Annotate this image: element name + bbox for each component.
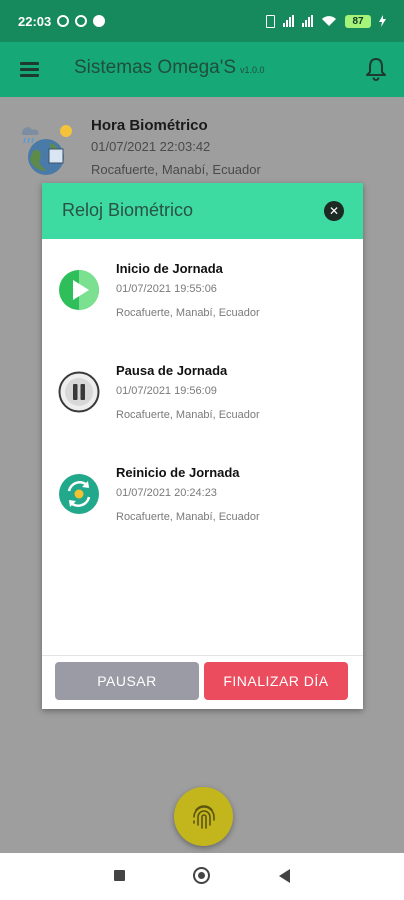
biometric-time-card: Hora Biométrico 01/07/2021 22:03:42 Roca…	[0, 97, 404, 187]
entry-title: Reinicio de Jornada	[116, 465, 240, 480]
dialog-actions: PAUSAR FINALIZAR DÍA	[42, 655, 363, 709]
entry-date: 01/07/2021 19:56:09	[116, 385, 217, 397]
back-icon[interactable]	[279, 869, 290, 883]
vibrate-icon	[266, 14, 275, 28]
pause-icon	[58, 371, 100, 413]
app-icon	[93, 15, 106, 27]
entry-date: 01/07/2021 20:24:23	[116, 487, 217, 499]
play-icon	[59, 270, 99, 310]
pause-button[interactable]: PAUSAR	[55, 662, 199, 700]
wifi-icon	[322, 16, 336, 26]
entry-date: 01/07/2021 19:55:06	[116, 283, 217, 295]
home-icon[interactable]	[193, 867, 210, 884]
finish-day-button[interactable]: FINALIZAR DÍA	[204, 662, 348, 700]
charging-icon	[379, 15, 386, 27]
battery-level: 87	[352, 15, 364, 27]
app-title: Sistemas Omega'S v1.0.0	[74, 57, 265, 79]
close-icon[interactable]: ✕	[324, 201, 344, 221]
menu-icon[interactable]	[20, 62, 39, 77]
card-title: Hora Biométrico	[91, 117, 208, 134]
entry-location: Rocafuerte, Manabí, Ecuador	[116, 409, 260, 421]
system-nav-bar	[0, 853, 404, 900]
recents-icon[interactable]	[114, 870, 125, 881]
signal-icon	[302, 15, 313, 27]
app-version: v1.0.0	[240, 65, 265, 75]
weather-earth-icon	[22, 125, 72, 175]
battery-icon: 87	[345, 14, 371, 28]
list-item: Reinicio de Jornada 01/07/2021 20:24:23 …	[42, 465, 363, 555]
status-time: 22:03	[18, 13, 52, 29]
whatsapp-icon	[75, 15, 88, 27]
entry-location: Rocafuerte, Manabí, Ecuador	[116, 307, 260, 319]
app-bar: Sistemas Omega'S v1.0.0	[0, 42, 404, 97]
status-bar: 22:03 87	[0, 0, 404, 42]
fingerprint-icon	[193, 805, 215, 829]
list-item: Pausa de Jornada 01/07/2021 19:56:09 Roc…	[42, 363, 363, 453]
fingerprint-button[interactable]	[174, 787, 233, 846]
dialog-header: Reloj Biométrico ✕	[42, 183, 363, 239]
entry-location: Rocafuerte, Manabí, Ecuador	[116, 511, 260, 523]
card-location: Rocafuerte, Manabí, Ecuador	[91, 162, 261, 177]
app-title-text: Sistemas Omega'S	[74, 57, 237, 78]
entry-title: Pausa de Jornada	[116, 363, 228, 378]
alarm-icon	[57, 15, 70, 27]
biometric-clock-dialog: Reloj Biométrico ✕ Inicio de Jornada 01/…	[42, 183, 363, 709]
signal-icon	[283, 15, 294, 27]
restart-icon	[59, 474, 99, 514]
dialog-title: Reloj Biométrico	[62, 200, 194, 220]
list-item: Inicio de Jornada 01/07/2021 19:55:06 Ro…	[42, 261, 363, 351]
bell-icon[interactable]	[365, 57, 387, 81]
entry-title: Inicio de Jornada	[116, 261, 223, 276]
card-date: 01/07/2021 22:03:42	[91, 139, 211, 154]
